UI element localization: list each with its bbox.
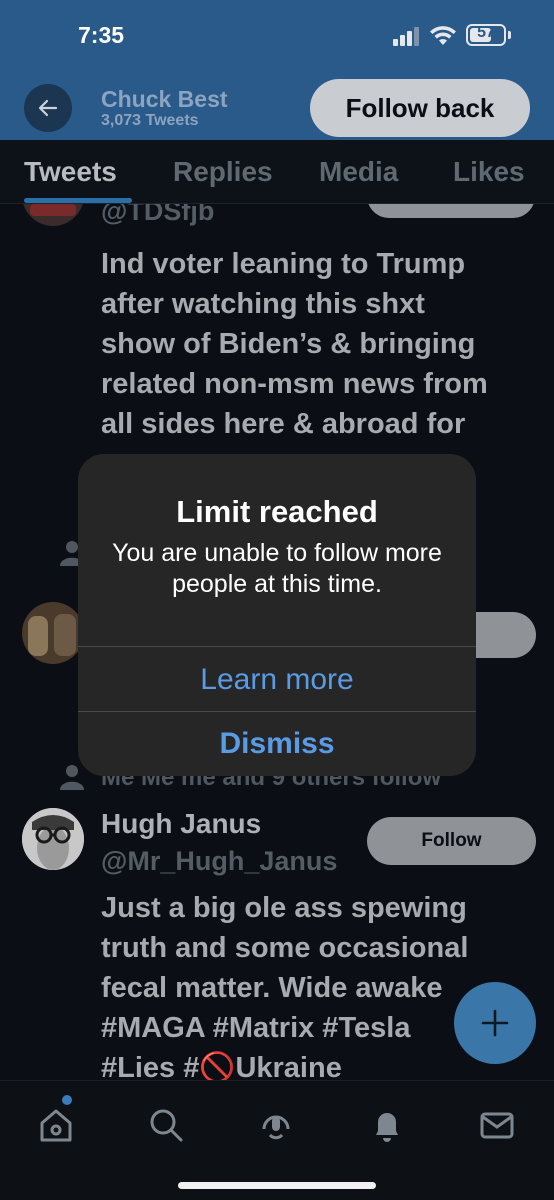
bio-line: show of Biden’s & bringing bbox=[101, 328, 476, 360]
wifi-icon bbox=[430, 26, 456, 45]
home-indicator[interactable] bbox=[178, 1182, 376, 1189]
bio-line: #Lies #🚫Ukraine bbox=[101, 1052, 342, 1080]
user-handle[interactable]: @TDSfjb bbox=[101, 204, 214, 227]
user-bio: Ind voter leaning to Trump after watchin… bbox=[101, 244, 488, 444]
compose-tweet-button[interactable] bbox=[454, 982, 536, 1064]
battery-icon: 57 bbox=[466, 24, 506, 46]
bio-line: #MAGA #Matrix #Tesla bbox=[101, 1012, 411, 1044]
tweet-count: 3,073 Tweets bbox=[101, 112, 199, 129]
tab-media[interactable]: Media bbox=[319, 156, 398, 188]
back-button[interactable] bbox=[24, 84, 72, 132]
cellular-signal-icon bbox=[393, 27, 419, 46]
spaces-icon[interactable] bbox=[256, 1105, 296, 1145]
tab-tweets[interactable]: Tweets bbox=[24, 156, 117, 188]
bio-line: truth and some occasional bbox=[101, 932, 469, 964]
follow-button[interactable]: Follow bbox=[367, 817, 536, 865]
status-bar: 7:35 57 bbox=[0, 0, 554, 70]
arrow-left-icon bbox=[38, 99, 58, 117]
follow-back-button[interactable]: Follow back bbox=[310, 79, 530, 137]
profile-header: 7:35 57 Chuck Best 3,073 Tweets Follow b… bbox=[0, 0, 554, 140]
plus-icon bbox=[481, 1009, 509, 1037]
search-icon[interactable] bbox=[146, 1105, 186, 1145]
avatar[interactable] bbox=[22, 808, 84, 870]
learn-more-button[interactable]: Learn more bbox=[78, 648, 476, 712]
bio-line: fecal matter. Wide awake bbox=[101, 972, 443, 1004]
notifications-bell-icon[interactable] bbox=[367, 1105, 407, 1145]
bio-line: after watching this shxt bbox=[101, 288, 425, 320]
messages-mail-icon[interactable] bbox=[477, 1105, 517, 1145]
dismiss-button[interactable]: Dismiss bbox=[78, 712, 476, 776]
limit-reached-alert: Limit reached You are unable to follow m… bbox=[78, 454, 476, 776]
profile-name: Chuck Best bbox=[101, 86, 228, 112]
bio-line: related non-msm news from bbox=[101, 368, 488, 400]
bio-line: Ind voter leaning to Trump bbox=[101, 248, 466, 280]
user-handle[interactable]: @Mr_Hugh_Janus bbox=[101, 846, 337, 877]
alert-title: Limit reached bbox=[176, 494, 378, 529]
tab-replies[interactable]: Replies bbox=[173, 156, 273, 188]
battery-nub bbox=[508, 31, 511, 39]
profile-tabs: Tweets Replies Media Likes bbox=[0, 140, 554, 204]
follow-button[interactable] bbox=[367, 204, 535, 218]
status-time: 7:35 bbox=[78, 22, 125, 48]
alert-divider bbox=[78, 646, 476, 647]
bottom-navigation bbox=[0, 1080, 554, 1200]
avatar[interactable] bbox=[22, 204, 84, 226]
active-tab-indicator bbox=[24, 198, 132, 203]
user-name[interactable]: Hugh Janus bbox=[101, 808, 261, 840]
user-bio: Just a big ole ass spewing truth and som… bbox=[101, 888, 468, 1080]
home-icon[interactable] bbox=[36, 1105, 76, 1145]
bio-line: Just a big ole ass spewing bbox=[101, 892, 467, 924]
bio-line: all sides here & abroad for bbox=[101, 408, 466, 440]
avatar[interactable] bbox=[22, 602, 84, 664]
battery-level: 57 bbox=[477, 24, 495, 41]
tab-likes[interactable]: Likes bbox=[453, 156, 525, 188]
alert-message: You are unable to follow more people at … bbox=[112, 539, 442, 598]
notification-dot bbox=[62, 1095, 72, 1105]
